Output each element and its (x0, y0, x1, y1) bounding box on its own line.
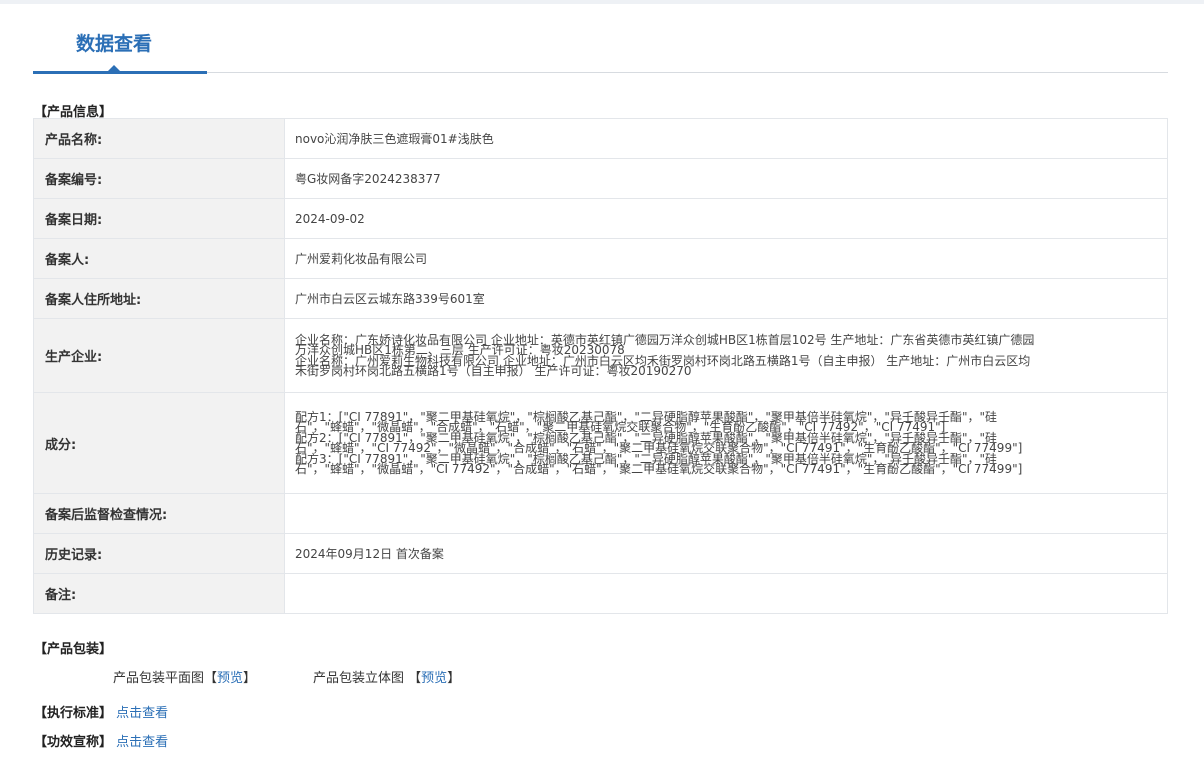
bracket-open: 【 (408, 671, 422, 686)
packaging-stereo-label: 产品包装立体图 (313, 671, 405, 686)
table-row: 备案编号: 粤G妆网备字2024238377 (33, 158, 1168, 199)
table-row: 备案后监督检查情况: (33, 493, 1168, 534)
row-value: novo沁润净肤三色遮瑕膏01#浅肤色 (284, 118, 1168, 159)
table-row: 历史记录: 2024年09月12日 首次备案 (33, 533, 1168, 574)
row-value: 粤G妆网备字2024238377 (284, 158, 1168, 199)
standard-row: 【执行标准】 点击查看 (34, 702, 168, 721)
table-row: 备案人: 广州爱莉化妆品有限公司 (33, 238, 1168, 279)
efficacy-view-link[interactable]: 点击查看 (116, 735, 168, 750)
tab-title: 数据查看 (75, 33, 152, 55)
row-label: 备案编号: (33, 158, 285, 199)
packaging-flat: 产品包装平面图【预览】 (113, 667, 256, 686)
row-value-manufacturer: 企业名称：广东娇诗化妆品有限公司 企业地址：英德市英红镇广德园万洋众创城HB区1… (284, 318, 1168, 393)
packaging-flat-label: 产品包装平面图 (113, 671, 205, 686)
row-value: 2024-09-02 (284, 198, 1168, 239)
row-label: 备案后监督检查情况: (33, 493, 285, 534)
tab-caret-icon (108, 65, 120, 71)
row-label: 备案人: (33, 238, 285, 279)
table-row: 备案日期: 2024-09-02 (33, 198, 1168, 239)
efficacy-label: 【功效宣称】 (34, 735, 113, 750)
preview-stereo-link[interactable]: 预览 (421, 671, 447, 686)
tab-data-view[interactable]: 数据查看 (33, 30, 207, 74)
standard-view-link[interactable]: 点击查看 (116, 706, 168, 721)
efficacy-row: 【功效宣称】 点击查看 (34, 731, 168, 750)
row-label: 备案日期: (33, 198, 285, 239)
product-info-table: 产品名称: novo沁润净肤三色遮瑕膏01#浅肤色 备案编号: 粤G妆网备字20… (33, 118, 1168, 614)
row-value-ingredients: 配方1：["CI 77891"，"聚二甲基硅氧烷"，"棕榈酸乙基己酯"，"二异硬… (284, 392, 1168, 494)
row-label: 成分: (33, 392, 285, 494)
table-row: 备注: (33, 573, 1168, 614)
standard-label: 【执行标准】 (34, 706, 113, 721)
row-label: 产品名称: (33, 118, 285, 159)
packaging-title: 【产品包装】 (34, 642, 113, 657)
packaging-stereo: 产品包装立体图 【预览】 (313, 667, 460, 686)
bracket-close: 】 (243, 671, 257, 686)
row-value (284, 573, 1168, 614)
table-row: 产品名称: novo沁润净肤三色遮瑕膏01#浅肤色 (33, 118, 1168, 159)
row-label: 备案人住所地址: (33, 278, 285, 319)
bracket-close: 】 (447, 671, 461, 686)
top-strip (0, 0, 1204, 4)
row-value (284, 493, 1168, 534)
row-label: 历史记录: (33, 533, 285, 574)
manufacturer-line: 禾街罗岗村环岗北路五横路1号（自主申报） 生产许可证：粤妆20190270 (295, 364, 692, 378)
row-label: 备注: (33, 573, 285, 614)
row-value: 广州爱莉化妆品有限公司 (284, 238, 1168, 279)
tab-active-indicator (33, 71, 207, 74)
row-value: 广州市白云区云城东路339号601室 (284, 278, 1168, 319)
table-row: 备案人住所地址: 广州市白云区云城东路339号601室 (33, 278, 1168, 319)
table-row: 成分: 配方1：["CI 77891"，"聚二甲基硅氧烷"，"棕榈酸乙基己酯"，… (33, 392, 1168, 494)
table-row: 生产企业: 企业名称：广东娇诗化妆品有限公司 企业地址：英德市英红镇广德园万洋众… (33, 318, 1168, 393)
ingredient-line: 石"，"蜂蜡"，"微晶蜡"，"CI 77492"，"合成蜡"，"石蜡"，"聚二甲… (295, 462, 1023, 476)
bracket-open: 【 (204, 671, 218, 686)
row-value: 2024年09月12日 首次备案 (284, 533, 1168, 574)
preview-flat-link[interactable]: 预览 (217, 671, 243, 686)
row-label: 生产企业: (33, 318, 285, 393)
